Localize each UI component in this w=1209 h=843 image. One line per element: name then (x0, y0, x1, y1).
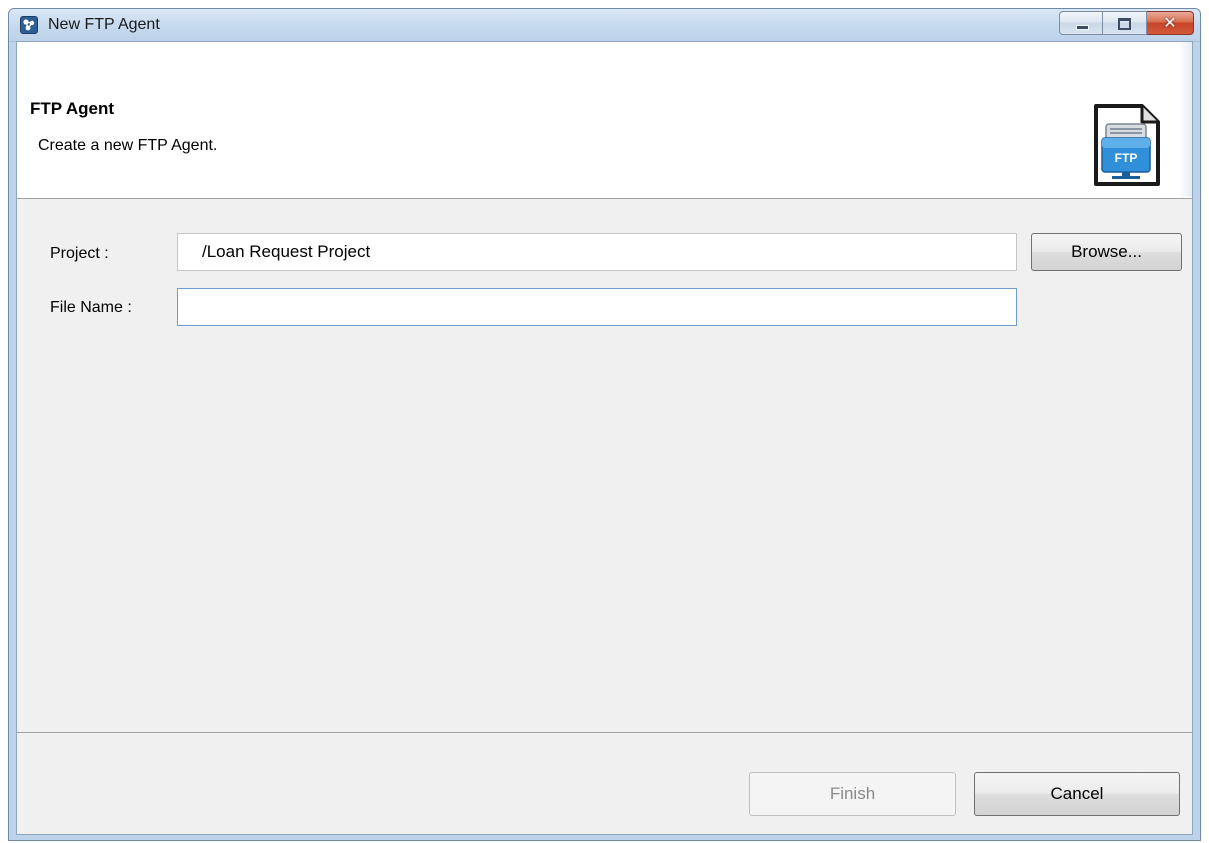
file-name-input[interactable] (177, 288, 1017, 326)
footer-separator (17, 732, 1192, 733)
project-field[interactable]: /Loan Request Project (177, 233, 1017, 271)
dialog-client-area: FTP Agent Create a new FTP Agent. FTP Pr… (16, 41, 1193, 835)
file-name-label: File Name : (50, 299, 132, 316)
minimize-icon (1076, 25, 1089, 30)
project-label: Project : (50, 245, 109, 262)
maximize-icon (1118, 18, 1131, 30)
finish-button[interactable]: Finish (749, 772, 956, 816)
banner-title: FTP Agent (30, 99, 115, 118)
cancel-button[interactable]: Cancel (974, 772, 1180, 816)
maximize-button[interactable] (1103, 11, 1147, 35)
banner-edge (1178, 42, 1192, 197)
close-icon: ✕ (1163, 13, 1177, 32)
window-controls: ✕ (1059, 11, 1194, 35)
minimize-button[interactable] (1059, 11, 1103, 35)
dialog-window: New FTP Agent ✕ FTP Agent Create a new F… (8, 8, 1201, 841)
ftp-icon-label: FTP (1115, 151, 1138, 165)
app-logo-icon[interactable] (20, 16, 38, 34)
wizard-banner: FTP Agent Create a new FTP Agent. FTP (17, 42, 1192, 199)
ftp-folder-icon: FTP (1094, 104, 1160, 186)
title-bar[interactable]: New FTP Agent ✕ (9, 9, 1200, 42)
close-button[interactable]: ✕ (1147, 11, 1194, 35)
banner-description: Create a new FTP Agent. (38, 137, 218, 154)
browse-button[interactable]: Browse... (1031, 233, 1182, 271)
window-title: New FTP Agent (48, 16, 160, 33)
